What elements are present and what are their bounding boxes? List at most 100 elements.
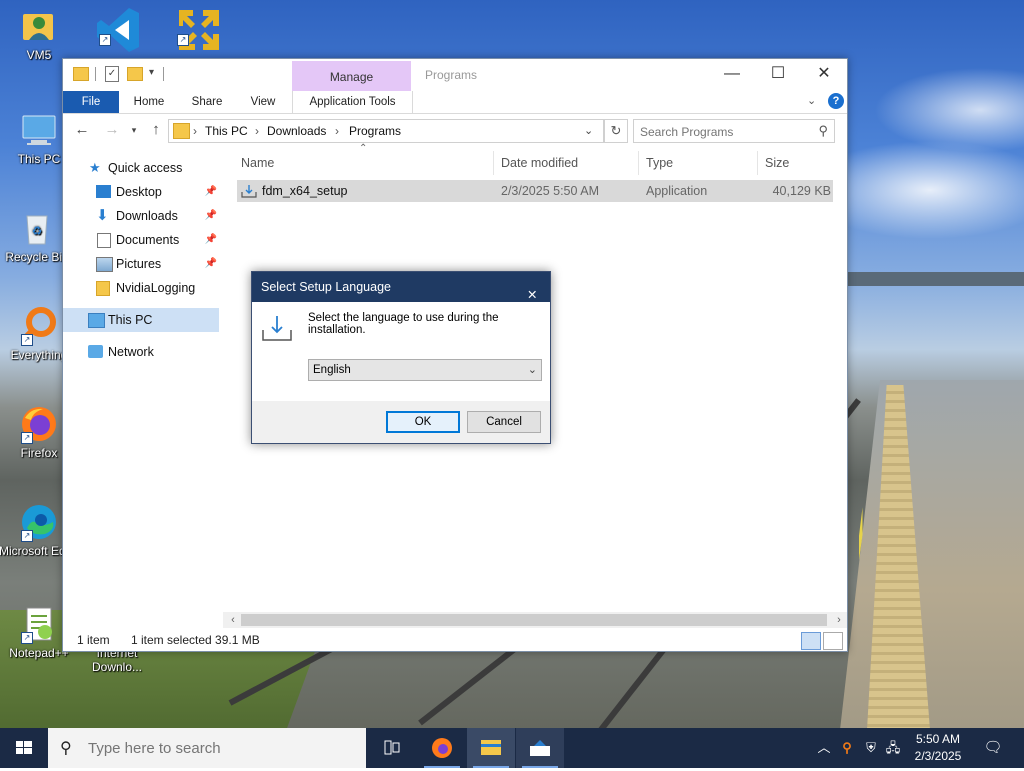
title-bar[interactable]: ✓ ▾ Manage Programs — ☐ ✕ (63, 59, 847, 91)
help-icon[interactable]: ? (828, 93, 844, 109)
search-input[interactable] (638, 122, 812, 142)
installer-icon (241, 183, 257, 198)
taskbar-firefox[interactable] (418, 728, 466, 768)
up-arrow-icon: ↑ (152, 121, 160, 138)
tab-view[interactable]: View (239, 91, 287, 113)
address-bar[interactable]: › This PC › Downloads › Programs ⌄ (168, 119, 604, 143)
ok-button[interactable]: OK (386, 411, 460, 433)
tab-share[interactable]: Share (183, 91, 231, 113)
table-row[interactable]: fdm_x64_setup 2/3/2025 5:50 AM Applicati… (237, 180, 833, 202)
desktop-icon-app[interactable]: ↗ (158, 6, 232, 50)
shortcut-arrow-icon: ↗ (21, 432, 33, 444)
tray-network[interactable]: 🖧 (882, 728, 904, 768)
maximize-button[interactable]: ☐ (755, 59, 801, 89)
navigation-pane: ★ Quick access Desktop 📌 ⬇ Downloads 📌 D… (63, 151, 223, 611)
nav-item-downloads[interactable]: ⬇ Downloads 📌 (63, 204, 219, 228)
language-selected-value: English (313, 364, 351, 376)
search-icon: ⚲ (60, 740, 72, 757)
dialog-title: Select Setup Language (261, 280, 391, 294)
clock-time: 5:50 AM (915, 732, 961, 746)
shortcut-arrow-icon: ↗ (99, 34, 111, 46)
cancel-button[interactable]: Cancel (467, 411, 541, 433)
properties-icon[interactable]: ✓ (105, 66, 119, 82)
nav-item-pictures[interactable]: Pictures 📌 (63, 252, 219, 276)
desktop-icon-vm5[interactable]: VM5 (2, 6, 76, 62)
tab-application-tools[interactable]: Application Tools (292, 91, 413, 113)
column-header-size[interactable]: Size (765, 151, 789, 175)
breadcrumb-programs[interactable]: Programs (349, 124, 401, 138)
column-separator (493, 151, 494, 175)
task-view-button[interactable] (368, 728, 416, 768)
chevron-right-icon: › (193, 124, 197, 138)
status-bar: 1 item 1 item selected 39.1 MB (63, 629, 847, 651)
documents-icon (97, 233, 111, 248)
expand-ribbon-icon[interactable]: ⌄ (807, 94, 816, 107)
show-hidden-icons-button[interactable]: ︿ (814, 728, 834, 768)
column-header-name[interactable]: Name (241, 151, 274, 175)
dialog-close-button[interactable]: ✕ (518, 272, 550, 302)
up-button[interactable]: ↑ (147, 121, 165, 139)
nav-item-this-pc[interactable]: This PC (63, 308, 219, 332)
minimize-button[interactable]: — (709, 59, 755, 89)
download-arrow-icon: ⬇ (96, 207, 109, 224)
desktop-icon-vscode[interactable]: ↗ (80, 6, 154, 52)
folder-icon (173, 123, 190, 139)
column-header-date-modified[interactable]: Date modified (501, 151, 578, 175)
scrollbar-thumb[interactable] (241, 614, 827, 626)
taskbar-file-explorer[interactable] (467, 728, 515, 768)
column-header-type[interactable]: Type (646, 151, 673, 175)
system-clock[interactable]: 5:50 AM 2/3/2025 (906, 731, 970, 765)
address-dropdown-icon[interactable]: ⌄ (584, 124, 593, 137)
nav-item-desktop[interactable]: Desktop 📌 (63, 180, 219, 204)
language-select[interactable]: English ⌄ (308, 359, 542, 381)
start-button[interactable] (0, 728, 48, 768)
manage-context-tab[interactable]: Manage (292, 61, 411, 91)
nav-item-nvidialogging[interactable]: NvidiaLogging (63, 276, 219, 300)
horizontal-scrollbar[interactable]: ‹ › (223, 612, 847, 628)
tab-home[interactable]: Home (125, 91, 173, 113)
refresh-button[interactable]: ↻ (604, 119, 628, 143)
dialog-title-bar[interactable]: Select Setup Language ✕ (252, 272, 550, 302)
tray-security[interactable]: ⛨ (860, 728, 882, 768)
magnifier-orange-icon: ↗ (19, 306, 59, 346)
qat-dropdown-icon[interactable]: ▾ (149, 67, 154, 78)
chevron-up-icon: ︿ (817, 740, 831, 755)
nav-label: NvidiaLogging (116, 281, 196, 295)
taskbar-search-input[interactable] (86, 736, 350, 760)
search-icon: ⚲ (818, 123, 828, 138)
firefox-icon (432, 738, 452, 758)
breadcrumb-downloads[interactable]: Downloads (267, 124, 326, 138)
search-box[interactable]: ⚲ (633, 119, 835, 143)
shortcut-arrow-icon: ↗ (21, 334, 33, 346)
window-title: Programs (425, 68, 478, 82)
taskbar-search[interactable]: ⚲ (48, 728, 366, 768)
taskbar-installer[interactable] (516, 728, 564, 768)
tab-file[interactable]: File (63, 91, 119, 113)
file-date-modified: 2/3/2025 5:50 AM (501, 184, 599, 198)
computer-icon (19, 110, 59, 150)
details-view-button[interactable] (801, 632, 821, 650)
network-icon (88, 345, 103, 358)
large-icons-view-button[interactable] (823, 632, 843, 650)
action-center-button[interactable]: 🗨 (978, 728, 1008, 768)
nav-item-documents[interactable]: Documents 📌 (63, 228, 219, 252)
nav-item-network[interactable]: Network (63, 340, 219, 364)
shortcut-arrow-icon: ↗ (21, 530, 33, 542)
shortcut-arrow-icon: ↗ (177, 34, 189, 46)
forward-button[interactable]: → (103, 121, 121, 139)
back-button[interactable]: ← (73, 121, 91, 139)
back-arrow-icon: ← (74, 121, 90, 138)
network-icon: 🖧 (885, 740, 901, 755)
tray-everything[interactable]: ⚲ (836, 728, 858, 768)
recent-locations-button[interactable]: ▾ (125, 121, 143, 139)
close-button[interactable]: ✕ (801, 59, 847, 89)
file-size: 40,129 KB (772, 184, 831, 198)
shield-icon: ⛨ (866, 740, 876, 755)
scroll-right-icon[interactable]: › (831, 612, 847, 628)
nav-label: This PC (108, 313, 153, 327)
scroll-left-icon[interactable]: ‹ (225, 612, 241, 628)
new-folder-icon[interactable] (127, 67, 143, 81)
magnifier-orange-icon: ⚲ (842, 740, 852, 755)
nav-quick-access[interactable]: ★ Quick access (63, 156, 219, 180)
breadcrumb-this-pc[interactable]: This PC (205, 124, 248, 138)
